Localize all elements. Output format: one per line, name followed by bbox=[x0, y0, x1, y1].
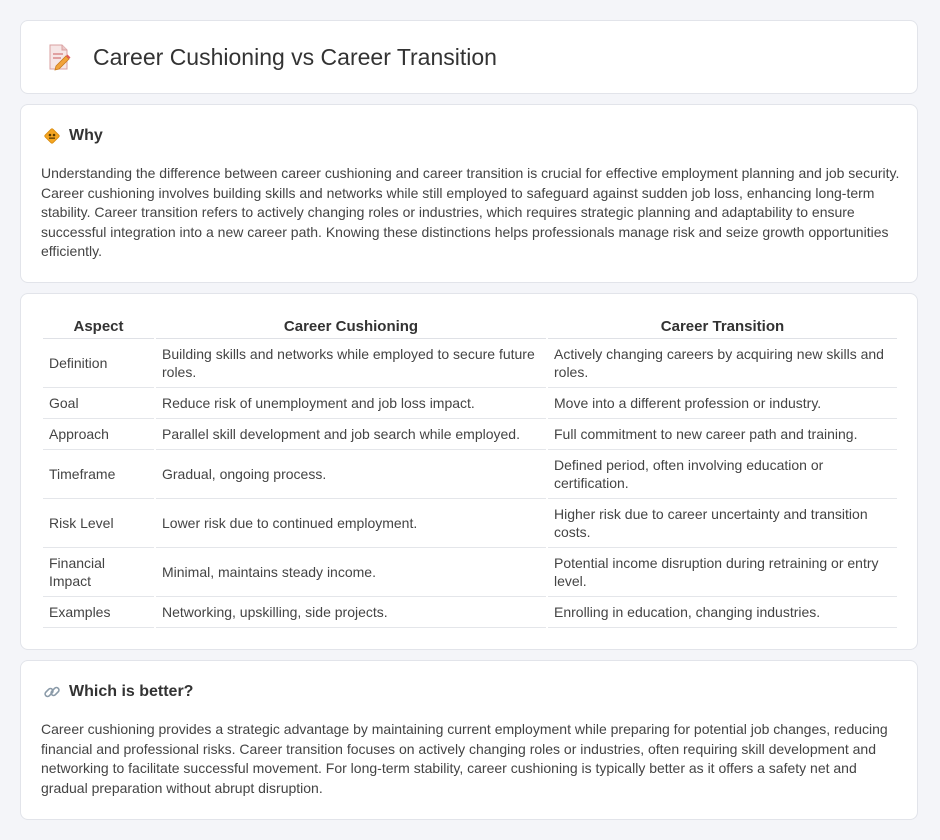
title-card: Career Cushioning vs Career Transition bbox=[20, 20, 918, 94]
row-aspect: Examples bbox=[43, 597, 154, 628]
table-row: Definition Building skills and networks … bbox=[43, 339, 897, 388]
which-is-better-section: Which is better? Career cushioning provi… bbox=[20, 660, 918, 820]
link-icon bbox=[43, 683, 61, 701]
row-aspect: Timeframe bbox=[43, 450, 154, 499]
row-aspect: Risk Level bbox=[43, 499, 154, 548]
document-pencil-icon bbox=[47, 43, 71, 71]
row-transition: Move into a different profession or indu… bbox=[548, 388, 897, 419]
row-transition: Potential income disruption during retra… bbox=[548, 548, 897, 597]
comparison-section: Aspect Career Cushioning Career Transiti… bbox=[20, 293, 918, 650]
table-row: Examples Networking, upskilling, side pr… bbox=[43, 597, 897, 628]
table-row: Risk Level Lower risk due to continued e… bbox=[43, 499, 897, 548]
row-cushioning: Gradual, ongoing process. bbox=[156, 450, 546, 499]
title-row: Career Cushioning vs Career Transition bbox=[47, 43, 497, 71]
row-aspect: Goal bbox=[43, 388, 154, 419]
row-cushioning: Reduce risk of unemployment and job loss… bbox=[156, 388, 546, 419]
why-title: Why bbox=[69, 127, 103, 144]
table-row: Approach Parallel skill development and … bbox=[43, 419, 897, 450]
row-transition: Defined period, often involving educatio… bbox=[548, 450, 897, 499]
row-aspect: Approach bbox=[43, 419, 154, 450]
header-career-transition: Career Transition bbox=[548, 316, 897, 339]
table-row: Financial Impact Minimal, maintains stea… bbox=[43, 548, 897, 597]
row-cushioning: Minimal, maintains steady income. bbox=[156, 548, 546, 597]
row-cushioning: Networking, upskilling, side projects. bbox=[156, 597, 546, 628]
better-heading: Which is better? bbox=[43, 683, 193, 701]
comparison-table: Aspect Career Cushioning Career Transiti… bbox=[41, 316, 899, 628]
why-text: Understanding the difference between car… bbox=[41, 165, 900, 259]
table-row: Goal Reduce risk of unemployment and job… bbox=[43, 388, 897, 419]
row-transition: Higher risk due to career uncertainty an… bbox=[548, 499, 897, 548]
row-cushioning: Lower risk due to continued employment. bbox=[156, 499, 546, 548]
header-aspect: Aspect bbox=[43, 316, 154, 339]
better-title: Which is better? bbox=[69, 683, 194, 700]
why-heading: Why bbox=[43, 127, 103, 145]
table-header-row: Aspect Career Cushioning Career Transiti… bbox=[43, 316, 897, 339]
row-aspect: Definition bbox=[43, 339, 154, 388]
why-section: Why Understanding the difference between… bbox=[20, 104, 918, 283]
row-transition: Full commitment to new career path and t… bbox=[548, 419, 897, 450]
row-cushioning: Parallel skill development and job searc… bbox=[156, 419, 546, 450]
header-career-cushioning: Career Cushioning bbox=[156, 316, 546, 339]
better-text: Career cushioning provides a strategic a… bbox=[41, 721, 888, 796]
row-cushioning: Building skills and networks while emplo… bbox=[156, 339, 546, 388]
row-transition: Actively changing careers by acquiring n… bbox=[548, 339, 897, 388]
row-aspect: Financial Impact bbox=[43, 548, 154, 597]
row-transition: Enrolling in education, changing industr… bbox=[548, 597, 897, 628]
diamond-sign-icon bbox=[43, 127, 61, 145]
page-title: Career Cushioning vs Career Transition bbox=[93, 43, 497, 70]
table-row: Timeframe Gradual, ongoing process. Defi… bbox=[43, 450, 897, 499]
